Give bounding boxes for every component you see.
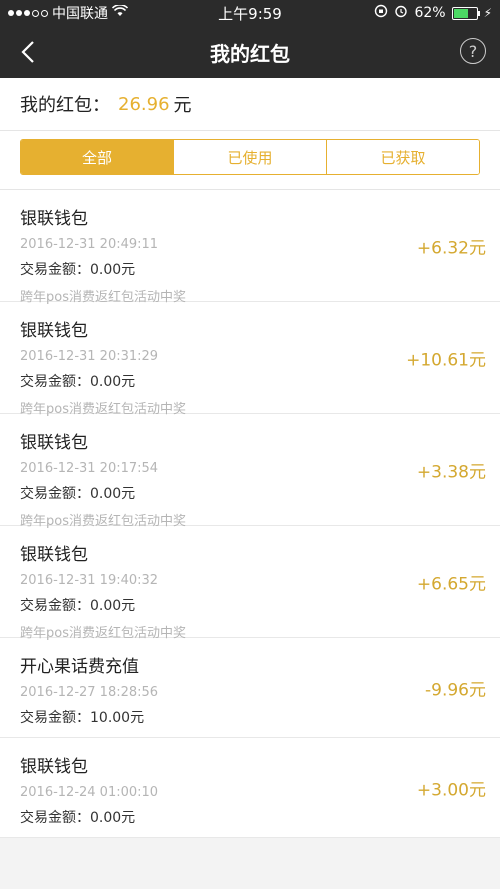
item-trade-amount: 交易金额：0.00元 bbox=[20, 810, 136, 826]
list-item[interactable]: 银联钱包 2016-12-31 20:49:11 交易金额：0.00元 跨年po… bbox=[0, 190, 500, 305]
list-item[interactable]: 银联钱包 2016-12-31 20:17:54 交易金额：0.00元 跨年po… bbox=[0, 414, 500, 529]
item-trade-amount: 交易金额：0.00元 bbox=[20, 262, 136, 278]
rotation-lock-icon bbox=[374, 4, 388, 22]
item-amount: +10.61元 bbox=[406, 350, 486, 370]
item-time: 2016-12-27 18:28:56 bbox=[20, 685, 159, 700]
summary-label: 我的红包： bbox=[20, 95, 110, 116]
red-packet-summary: 我的红包： 26.96 元 bbox=[0, 78, 500, 131]
item-time: 2016-12-31 20:49:11 bbox=[20, 237, 159, 252]
item-amount: -9.96元 bbox=[425, 680, 486, 700]
chevron-left-icon bbox=[21, 41, 34, 63]
list-item[interactable]: 开心果话费充值 2016-12-27 18:28:56 交易金额：10.00元 … bbox=[0, 638, 500, 738]
list-item[interactable]: 银联钱包 2016-12-31 20:31:29 交易金额：0.00元 跨年po… bbox=[0, 302, 500, 417]
status-right: 62% ⚡ bbox=[322, 4, 492, 22]
item-time: 2016-12-24 01:00:10 bbox=[20, 785, 159, 800]
help-button[interactable]: ? bbox=[460, 38, 486, 64]
item-name: 开心果话费充值 bbox=[20, 657, 139, 677]
status-left: 中国联通 bbox=[8, 3, 178, 23]
status-bar: 中国联通 上午9:59 62% ⚡ bbox=[0, 0, 500, 26]
summary-unit: 元 bbox=[173, 95, 192, 116]
status-time: 上午9:59 bbox=[218, 4, 282, 23]
item-trade-amount: 交易金额：0.00元 bbox=[20, 374, 136, 390]
tab-all[interactable]: 全部 bbox=[21, 140, 173, 174]
item-amount: +6.65元 bbox=[416, 574, 486, 594]
battery-percent: 62% bbox=[414, 5, 446, 21]
carrier-label: 中国联通 bbox=[52, 6, 108, 22]
back-button[interactable] bbox=[10, 34, 46, 70]
page-title: 我的红包 bbox=[210, 41, 290, 66]
item-amount: +3.38元 bbox=[416, 462, 486, 482]
wifi-icon bbox=[111, 4, 129, 21]
question-icon: ? bbox=[468, 41, 478, 61]
list-item[interactable]: 银联钱包 2016-12-31 19:40:32 交易金额：0.00元 跨年po… bbox=[0, 526, 500, 641]
item-name: 银联钱包 bbox=[20, 757, 88, 777]
header: 中国联通 上午9:59 62% ⚡ 我的红包 ? bbox=[0, 0, 500, 78]
filter-tabs-container: 全部 已使用 已获取 bbox=[0, 131, 500, 190]
nav-bar: 我的红包 ? bbox=[0, 26, 500, 78]
item-time: 2016-12-31 19:40:32 bbox=[20, 573, 159, 588]
item-name: 银联钱包 bbox=[20, 321, 88, 341]
item-name: 银联钱包 bbox=[20, 545, 88, 565]
tab-used[interactable]: 已使用 bbox=[173, 140, 326, 174]
tab-obtained[interactable]: 已获取 bbox=[326, 140, 479, 174]
list-item[interactable]: 银联钱包 2016-12-24 01:00:10 交易金额：0.00元 +3.0… bbox=[0, 738, 500, 838]
summary-amount: 26.96 bbox=[118, 93, 170, 115]
item-trade-amount: 交易金额：0.00元 bbox=[20, 598, 136, 614]
item-name: 银联钱包 bbox=[20, 209, 88, 229]
charging-icon: ⚡ bbox=[483, 6, 492, 20]
item-trade-amount: 交易金额：10.00元 bbox=[20, 710, 145, 726]
item-name: 银联钱包 bbox=[20, 433, 88, 453]
item-amount: +6.32元 bbox=[416, 238, 486, 258]
filter-tabs: 全部 已使用 已获取 bbox=[20, 139, 480, 175]
item-time: 2016-12-31 20:17:54 bbox=[20, 461, 159, 476]
transaction-list: 银联钱包 2016-12-31 20:49:11 交易金额：0.00元 跨年po… bbox=[0, 190, 500, 838]
item-amount: +3.00元 bbox=[416, 780, 486, 800]
battery-icon bbox=[451, 6, 480, 20]
alarm-icon bbox=[394, 4, 408, 22]
signal-icon bbox=[8, 9, 48, 17]
item-trade-amount: 交易金额：0.00元 bbox=[20, 486, 136, 502]
